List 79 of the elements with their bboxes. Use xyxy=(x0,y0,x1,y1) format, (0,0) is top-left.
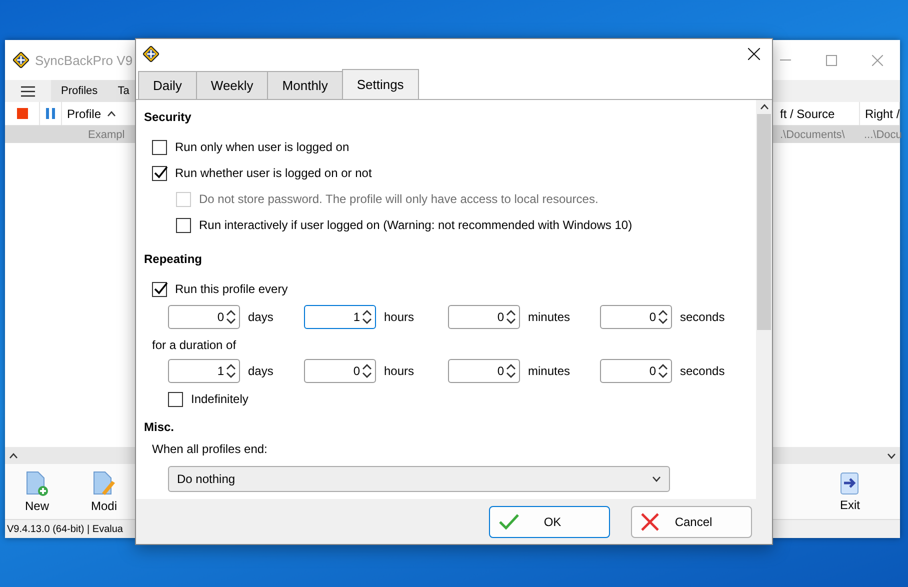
checkbox[interactable] xyxy=(176,218,191,232)
number-spinner[interactable]: 0 xyxy=(600,359,672,383)
number-spinner[interactable]: 0 xyxy=(600,305,672,329)
number-spinner[interactable]: 0 xyxy=(168,305,240,329)
spin-arrows-icon xyxy=(362,363,372,379)
unit-label: minutes xyxy=(527,364,572,378)
column-header[interactable]: Right / xyxy=(865,106,900,120)
toolbar-button[interactable]: Modi xyxy=(83,468,126,514)
number-spinner[interactable]: 1 xyxy=(168,359,240,383)
minimize-icon xyxy=(780,59,790,61)
stop-icon[interactable] xyxy=(16,108,28,119)
new-document-icon xyxy=(25,470,49,496)
unit-label: days xyxy=(247,364,274,378)
checkbox-label: Run this profile every xyxy=(175,282,288,296)
pause-icon[interactable] xyxy=(46,108,55,119)
unit-label: days xyxy=(247,310,274,324)
number-spinner[interactable]: 0 xyxy=(448,359,520,383)
spin-arrows-icon xyxy=(226,309,236,325)
checkbox[interactable] xyxy=(152,282,167,296)
unit-label: hours xyxy=(383,364,416,378)
checkbox-label: Run interactively if user logged on (Warning: not recommended with Windows 10) xyxy=(199,218,632,232)
vertical-scrollbar[interactable] xyxy=(756,100,772,499)
checkbox-label: Run only when user is logged on xyxy=(175,140,350,154)
number-spinner[interactable]: 0 xyxy=(304,359,376,383)
column-header[interactable]: ft / Source xyxy=(780,106,835,120)
checkbox[interactable] xyxy=(168,392,183,406)
spin-arrows-icon xyxy=(658,363,668,379)
column-header[interactable]: Profile xyxy=(67,106,102,120)
unit-label: minutes xyxy=(527,310,572,324)
tab[interactable]: Weekly xyxy=(196,71,268,99)
spin-arrows-icon xyxy=(658,309,668,325)
checkmark-icon xyxy=(498,512,520,530)
maximize-icon xyxy=(826,54,836,66)
checkbox-label: Do not store password. The profile will only have access to local resources. xyxy=(199,192,598,206)
scroll-up-icon xyxy=(760,104,768,110)
spin-arrows-icon xyxy=(226,363,236,379)
checkbox-label: Run whether user is logged on or not xyxy=(175,166,372,180)
duration-label: for a duration of xyxy=(151,338,238,352)
table-cell-text: Exampl xyxy=(87,128,126,140)
unit-label: seconds xyxy=(679,364,726,378)
chevron-down-icon xyxy=(652,476,661,482)
cross-icon xyxy=(640,512,660,532)
app-logo-icon xyxy=(13,52,29,68)
checkbox-label: Indefinitely xyxy=(191,392,248,406)
dialog-button[interactable]: OK xyxy=(489,506,610,538)
scroll-right-icon xyxy=(887,452,896,458)
status-text: V9.4.13.0 (64-bit) | Evalua xyxy=(7,524,123,534)
section-heading: Misc. xyxy=(144,420,176,434)
dialog-button[interactable]: Cancel xyxy=(631,506,752,538)
checkbox[interactable] xyxy=(152,166,167,180)
toolbar-button[interactable]: New xyxy=(17,468,58,514)
close-icon xyxy=(748,48,760,60)
app-logo-icon xyxy=(143,46,159,62)
window-title: SyncBackPro V9 xyxy=(35,52,133,68)
section-heading: Repeating xyxy=(144,252,204,266)
number-spinner[interactable]: 1 xyxy=(304,305,376,329)
tab[interactable]: Daily xyxy=(138,71,197,99)
checkmark-icon xyxy=(153,164,168,180)
unit-label: hours xyxy=(383,310,416,324)
field-label: When all profiles end: xyxy=(151,442,268,456)
unit-label: seconds xyxy=(679,310,726,324)
menu-item[interactable]: Profiles xyxy=(51,80,108,102)
number-spinner[interactable]: 0 xyxy=(448,305,520,329)
menu-icon xyxy=(21,86,35,96)
dropdown[interactable]: Do nothing xyxy=(168,466,670,492)
spin-arrows-icon xyxy=(362,309,372,325)
table-cell-text: .\Documents\ xyxy=(779,128,846,140)
tab[interactable]: Monthly xyxy=(267,71,343,99)
toolbar-button[interactable]: Exit xyxy=(832,470,868,514)
tab[interactable]: Settings xyxy=(342,69,419,99)
checkmark-icon xyxy=(153,280,168,296)
close-icon xyxy=(872,54,882,66)
section-heading: Security xyxy=(144,110,192,124)
spin-arrows-icon xyxy=(506,309,516,325)
spin-arrows-icon xyxy=(506,363,516,379)
scroll-left-icon xyxy=(9,452,18,458)
checkbox[interactable] xyxy=(152,140,167,154)
sort-up-icon xyxy=(107,110,116,116)
edit-document-icon xyxy=(92,470,116,496)
